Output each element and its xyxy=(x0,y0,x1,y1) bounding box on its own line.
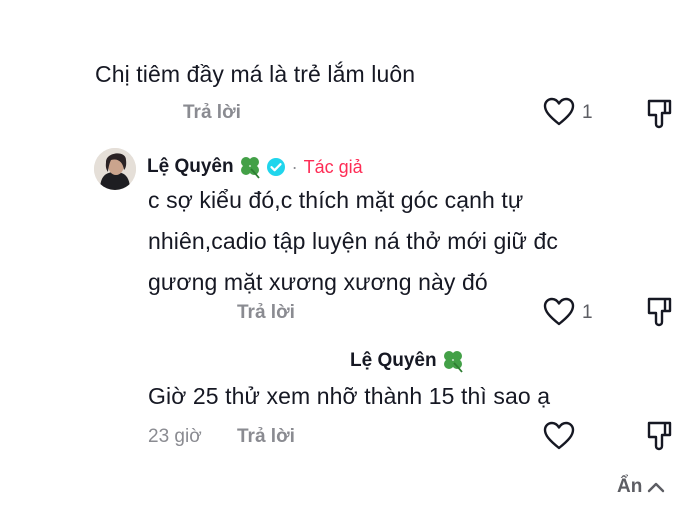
reply-button[interactable]: Trả lời xyxy=(183,102,241,124)
verified-icon xyxy=(266,157,286,177)
dislike-icon[interactable] xyxy=(645,296,675,328)
reply-button[interactable]: Trả lời xyxy=(237,426,295,448)
dislike-icon[interactable] xyxy=(645,420,675,452)
clover-icon xyxy=(237,155,263,179)
hide-label: Ẩn xyxy=(617,476,643,497)
comment-header: Lệ Quyên · Tác giả xyxy=(147,155,363,179)
comment-time: 23 giờ xyxy=(148,426,202,447)
comment-text: Giờ 25 thử xem nhỡ thành 15 thì sao ạ xyxy=(148,383,551,409)
reply-button[interactable]: Trả lời xyxy=(237,302,295,324)
heart-icon xyxy=(543,297,575,327)
chevron-up-icon xyxy=(646,480,666,494)
comment-text: c sợ kiểu đó,c thích mặt góc cạnh tự nhi… xyxy=(148,180,558,303)
clover-icon xyxy=(440,349,466,373)
like-count: 1 xyxy=(582,102,593,123)
like-button[interactable]: 1 xyxy=(543,297,603,329)
heart-icon[interactable] xyxy=(543,421,575,451)
heart-icon xyxy=(543,97,575,127)
like-count: 1 xyxy=(582,302,593,323)
hide-replies-button[interactable]: Ẩn xyxy=(617,476,666,498)
author-badge: Tác giả xyxy=(303,156,363,177)
separator-dot: · xyxy=(291,156,298,177)
quoted-author: Lệ Quyên xyxy=(350,349,466,373)
comment-text: Chị tiêm đầy má là trẻ lắm luôn xyxy=(95,61,416,87)
comment-line: gương mặt xương xương này đó xyxy=(148,269,488,295)
quoted-author-name[interactable]: Lệ Quyên xyxy=(350,350,437,372)
comment-line: c sợ kiểu đó,c thích mặt góc cạnh tự xyxy=(148,187,524,213)
comment-line: nhiên,cadio tập luyện ná thở mới giữ đc xyxy=(148,228,559,254)
author-name[interactable]: Lệ Quyên xyxy=(147,156,234,178)
like-button[interactable]: 1 xyxy=(543,97,603,129)
dislike-icon[interactable] xyxy=(645,98,675,130)
avatar[interactable] xyxy=(94,148,136,190)
